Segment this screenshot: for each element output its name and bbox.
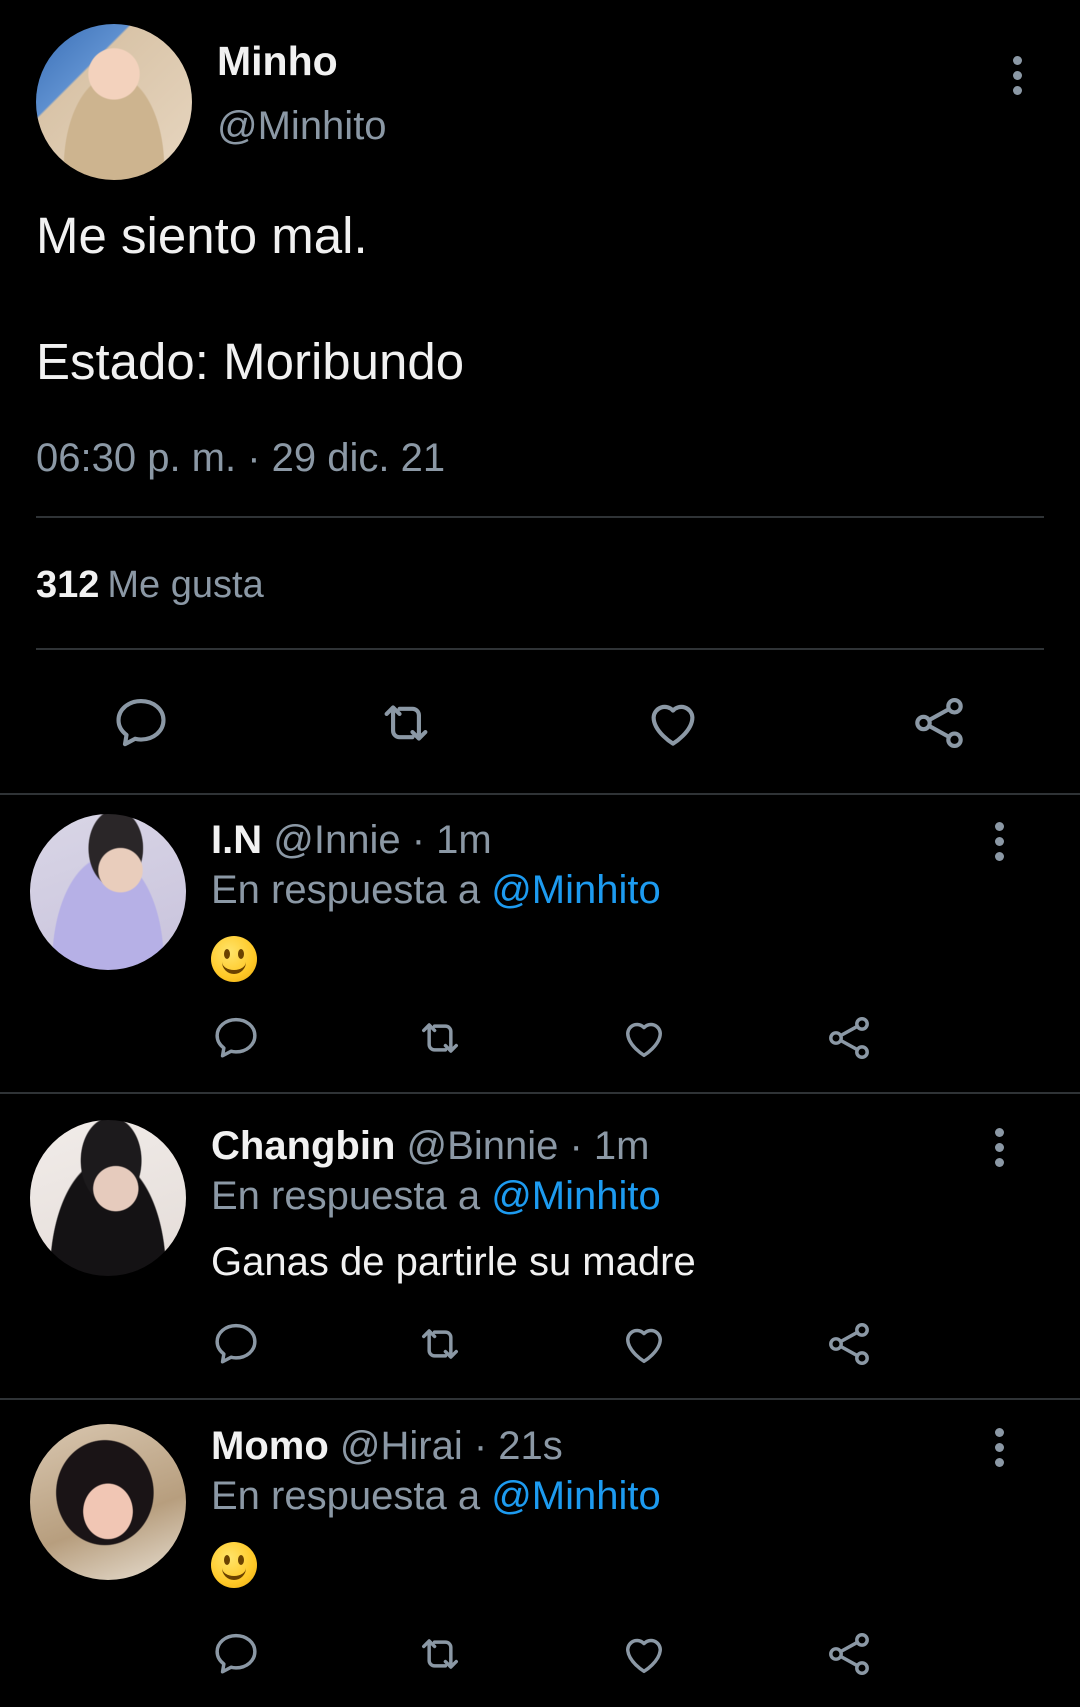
comment-icon[interactable]	[210, 1628, 262, 1680]
author-handle[interactable]: @Minhito	[217, 104, 387, 149]
share-icon[interactable]	[823, 1628, 875, 1680]
retweet-icon[interactable]	[375, 692, 437, 754]
reply-author-name[interactable]: I.N	[211, 818, 262, 862]
share-icon[interactable]	[823, 1318, 875, 1370]
mention-link[interactable]: @Minhito	[491, 1174, 661, 1218]
main-tweet: Minho @Minhito Me siento mal. Estado: Mo…	[0, 0, 1080, 795]
reply-context: En respuesta a @Minhito	[211, 1474, 661, 1519]
divider	[0, 1398, 1080, 1400]
divider	[36, 648, 1044, 650]
likes-label: Me gusta	[107, 564, 264, 606]
tweet-text-line-2: Estado: Moribundo	[36, 333, 465, 390]
share-icon[interactable]	[823, 1012, 875, 1064]
reply-author-meta: @Hirai · 21s	[339, 1424, 563, 1468]
retweet-icon[interactable]	[414, 1628, 466, 1680]
divider	[0, 793, 1080, 795]
reply-avatar[interactable]	[30, 814, 186, 970]
author-avatar[interactable]	[36, 24, 192, 180]
slightly-smiling-face-icon	[211, 936, 257, 982]
author-name[interactable]: Minho	[217, 38, 338, 85]
reply-prefix: En respuesta a	[211, 1474, 481, 1518]
reply-author-name[interactable]: Changbin	[211, 1124, 395, 1168]
like-icon[interactable]	[618, 1012, 670, 1064]
slightly-smiling-face-icon	[211, 1542, 257, 1588]
likes-count[interactable]: 312 Me gusta	[36, 564, 264, 607]
more-options-icon[interactable]	[993, 1128, 1005, 1168]
like-icon[interactable]	[618, 1318, 670, 1370]
reply-tweet[interactable]: Momo @Hirai · 21s En respuesta a @Minhit…	[0, 1402, 1080, 1707]
mention-link[interactable]: @Minhito	[491, 1474, 661, 1518]
retweet-icon[interactable]	[414, 1318, 466, 1370]
like-icon[interactable]	[618, 1628, 670, 1680]
like-icon[interactable]	[642, 692, 704, 754]
reply-tweet[interactable]: Changbin @Binnie · 1m En respuesta a @Mi…	[0, 1096, 1080, 1396]
reply-header: Changbin @Binnie · 1m	[211, 1124, 649, 1169]
reply-author-meta: @Innie · 1m	[273, 818, 492, 862]
reply-context: En respuesta a @Minhito	[211, 1174, 661, 1219]
divider	[36, 516, 1044, 518]
mention-link[interactable]: @Minhito	[491, 868, 661, 912]
retweet-icon[interactable]	[414, 1012, 466, 1064]
more-options-icon[interactable]	[993, 822, 1005, 862]
share-icon[interactable]	[908, 692, 970, 754]
likes-number: 312	[36, 564, 100, 606]
tweet-timestamp: 06:30 p. m. · 29 dic. 21	[36, 436, 446, 480]
more-options-icon[interactable]	[1011, 56, 1023, 96]
reply-header: Momo @Hirai · 21s	[211, 1424, 563, 1469]
comment-icon[interactable]	[210, 1012, 262, 1064]
reply-text: Ganas de partirle su madre	[211, 1240, 696, 1284]
reply-avatar[interactable]	[30, 1120, 186, 1276]
divider	[0, 1092, 1080, 1094]
reply-header: I.N @Innie · 1m	[211, 818, 492, 863]
reply-context: En respuesta a @Minhito	[211, 868, 661, 913]
reply-author-meta: @Binnie · 1m	[406, 1124, 650, 1168]
comment-icon[interactable]	[210, 1318, 262, 1370]
more-options-icon[interactable]	[993, 1428, 1005, 1468]
reply-tweet[interactable]: I.N @Innie · 1m En respuesta a @Minhito	[0, 796, 1080, 1092]
reply-author-name[interactable]: Momo	[211, 1424, 329, 1468]
comment-icon[interactable]	[110, 692, 172, 754]
reply-prefix: En respuesta a	[211, 868, 481, 912]
reply-prefix: En respuesta a	[211, 1174, 481, 1218]
tweet-text-line-1: Me siento mal.	[36, 207, 368, 264]
reply-avatar[interactable]	[30, 1424, 186, 1580]
